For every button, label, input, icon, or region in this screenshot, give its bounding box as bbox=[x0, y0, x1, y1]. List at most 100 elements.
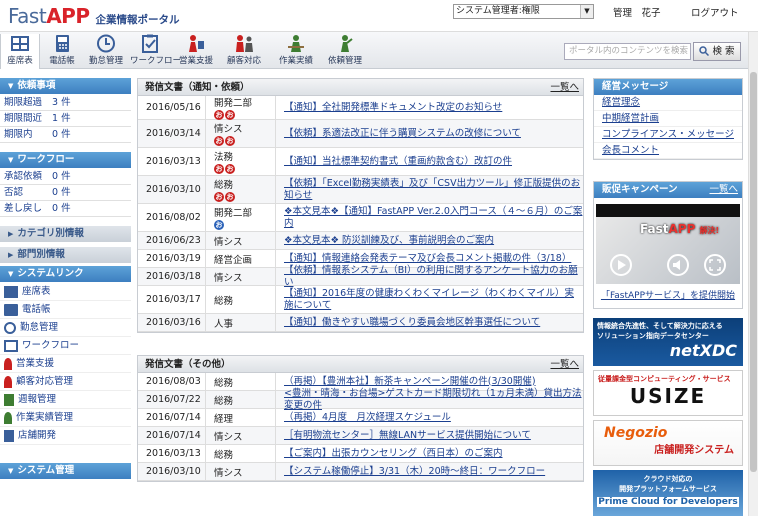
campaign-caption[interactable]: 「FastAPPサービス」を提供開始 bbox=[594, 288, 742, 301]
sidebar-link-attendance[interactable]: 勤怠管理 bbox=[0, 319, 131, 337]
notice-row[interactable]: 2016/03/10 総務おお【依頼】「Excel勤務実績表」及び「CSV出力ツー… bbox=[138, 176, 583, 204]
notice-title-link[interactable]: 【通知】情報連絡会発表テーマ及び会長コメント掲載の件（3/18） bbox=[276, 253, 583, 265]
toolbar-work-record[interactable]: 作業実績 bbox=[276, 34, 316, 67]
notice-dept-cell: 法務おお bbox=[206, 148, 276, 175]
scrollbar-thumb[interactable] bbox=[750, 72, 757, 472]
sidebar-link-seat-chart[interactable]: 座席表 bbox=[0, 283, 131, 301]
message-link[interactable]: 経営理念 bbox=[594, 95, 742, 111]
others-more-link[interactable]: 一覧へ bbox=[550, 356, 579, 373]
notice-row[interactable]: 2016/03/14 情シスおお【依頼】系適法改正に伴う購買システムの改修について bbox=[138, 120, 583, 148]
notice-row[interactable]: 2016/03/17 総務 【通知】2016年度の健康わくわくマイレージ（わくわくマ… bbox=[138, 286, 583, 314]
notices-more-link[interactable]: 一覧へ bbox=[550, 79, 579, 96]
notice-title-link[interactable]: 【通知】働きやすい職場づくり委員会地区幹事選任について bbox=[276, 317, 583, 329]
sidebar-item-due-soon[interactable]: 期限間近 1 件 bbox=[0, 111, 131, 127]
sidebar-section-requests[interactable]: ▼ 依頼事項 bbox=[0, 78, 131, 94]
message-link[interactable]: 会長コメント bbox=[594, 143, 742, 159]
sidebar-section-workflow[interactable]: ▼ ワークフロー bbox=[0, 152, 131, 168]
other-title-link[interactable]: 【システム稼働停止】3/31（木）20時～終日：ワークフロー bbox=[276, 466, 583, 478]
sidebar-item-approval[interactable]: 承認依頼 0 件 bbox=[0, 169, 131, 185]
other-row[interactable]: 2016/07/14 経理 （再掲）4月度 月次経理スケジュール bbox=[138, 409, 583, 427]
sidebar-item-returned[interactable]: 差し戻し 0 件 bbox=[0, 201, 131, 217]
message-link[interactable]: 中期経営計画 bbox=[594, 111, 742, 127]
notice-row[interactable]: 2016/06/23 情シス ❖本文見本❖ 防災訓練及び、事前説明会のご案内 bbox=[138, 232, 583, 250]
sidebar-section-category[interactable]: ▶ カテゴリ別情報 bbox=[0, 226, 131, 242]
fullscreen-button[interactable] bbox=[704, 254, 726, 276]
other-title-link[interactable]: 【ご案内】出張カウンセリング（西日本）のご案内 bbox=[276, 448, 583, 460]
sidebar-item-overdue[interactable]: 期限超過 3 件 bbox=[0, 95, 131, 111]
other-date: 2016/08/03 bbox=[138, 373, 206, 390]
page-scrollbar[interactable] bbox=[748, 32, 758, 516]
toolbar-attendance[interactable]: 勤怠管理 bbox=[86, 34, 126, 67]
worker-icon bbox=[4, 411, 12, 424]
sidebar-item-within-due[interactable]: 期限内 0 件 bbox=[0, 127, 131, 143]
campaign-video[interactable]: FastAPP 解決! bbox=[596, 204, 740, 284]
other-title-link[interactable]: <豊洲・晴海・お台場>ゲストカード期限切れ（1ヵ月未満）貸出方法変更の件 bbox=[276, 388, 583, 412]
usize-banner[interactable]: 従量課金型コンピューティング・サービス USIZE bbox=[593, 370, 743, 416]
notice-title-link[interactable]: 【通知】当社標準契約書式（重画約款含む）改訂の件 bbox=[276, 156, 583, 168]
toolbar-sales[interactable]: 営業支援 bbox=[176, 34, 216, 67]
sidebar-link-store-dev[interactable]: 店舗開発 bbox=[0, 427, 131, 445]
other-row[interactable]: 2016/07/14 情シス ［有明物流センター］無線LANサービス提供開始について bbox=[138, 427, 583, 445]
notice-title-link[interactable]: ❖本文見本❖【通知】FastAPP Ver.2.0入門コース（４～６月）のご案内 bbox=[276, 206, 583, 230]
notice-title-link[interactable]: 【通知】2016年度の健康わくわくマイレージ（わくわくマイル）実施について bbox=[276, 288, 583, 312]
required-badge-icon: お bbox=[214, 110, 224, 120]
sidebar-link-work-record[interactable]: 作業実績管理 bbox=[0, 409, 131, 427]
logo[interactable]: Fast APP 企業情報ポータル bbox=[8, 4, 179, 28]
other-title-link[interactable]: （再掲）【豊洲本社】新茶キャンペーン開催の件(3/30開催) bbox=[276, 376, 583, 388]
sidebar-section-system-admin[interactable]: ▼ システム管理 bbox=[0, 463, 131, 479]
play-button[interactable] bbox=[610, 254, 632, 276]
toolbar-phonebook[interactable]: 電話帳 bbox=[42, 34, 82, 67]
notice-row[interactable]: 2016/03/18 情シス 【依頼】情報系システム（BI）の利用に関するアンケート… bbox=[138, 265, 583, 289]
notice-title-link[interactable]: 【依頼】情報系システム（BI）の利用に関するアンケート協力のお願い bbox=[276, 265, 583, 289]
sidebar-link-customer[interactable]: 顧客対応管理 bbox=[0, 373, 131, 391]
notice-title-link[interactable]: 【通知】全社開発標準ドキュメント改定のお知らせ bbox=[276, 102, 583, 114]
triangle-down-icon: ▼ bbox=[8, 82, 14, 90]
notice-row[interactable]: 2016/03/13 法務おお【通知】当社標準契約書式（重画約款含む）改訂の件 bbox=[138, 148, 583, 176]
other-date: 2016/03/10 bbox=[138, 463, 206, 480]
notice-dept-cell: 総務おお bbox=[206, 176, 276, 203]
other-row[interactable]: 2016/07/22 総務 <豊洲・晴海・お台場>ゲストカード期限切れ（1ヵ月未満）… bbox=[138, 388, 583, 412]
other-dept: 総務 bbox=[206, 445, 276, 462]
sidebar-section-department[interactable]: ▶ 部門別情報 bbox=[0, 247, 131, 263]
campaign-more-link[interactable]: 一覧へ bbox=[709, 182, 738, 198]
toolbar-request[interactable]: 依頼管理 bbox=[325, 34, 365, 67]
notice-dept: 経営企画 bbox=[214, 254, 253, 266]
sidebar-section-system-links[interactable]: ▼ システムリンク bbox=[0, 266, 131, 282]
notice-title-link[interactable]: 【依頼】「Excel勤務実績表」及び「CSV出力ツール」修正版提供のお知らせ bbox=[276, 178, 583, 202]
notice-row[interactable]: 2016/03/16 人事 【通知】働きやすい職場づくり委員会地区幹事選任について bbox=[138, 314, 583, 332]
role-select[interactable]: システム管理者:権限 ▼ bbox=[453, 4, 594, 19]
section-title: カテゴリ別情報 bbox=[17, 228, 84, 239]
message-link[interactable]: コンプライアンス・メッセージ bbox=[594, 127, 742, 143]
search-button[interactable]: 検 索 bbox=[693, 42, 741, 61]
other-row[interactable]: 2016/03/10 情シス 【システム稼働停止】3/31（木）20時～終日：ワーク… bbox=[138, 463, 583, 481]
toolbar-customer[interactable]: 顧客対応 bbox=[224, 34, 264, 67]
notice-dept: 情シス bbox=[214, 236, 243, 248]
sidebar-link-workflow[interactable]: ワークフロー bbox=[0, 337, 131, 355]
section-title: 依頼事項 bbox=[17, 80, 56, 91]
row-count: 0 件 bbox=[52, 187, 71, 198]
link-label: 営業支援 bbox=[16, 357, 55, 369]
clock-icon bbox=[97, 34, 115, 53]
primecloud-banner[interactable]: クラウド対応の 開発プラットフォームサービス Prime Cloud for D… bbox=[593, 470, 743, 516]
other-title-link[interactable]: （再掲）4月度 月次経理スケジュール bbox=[276, 412, 583, 424]
volume-button[interactable] bbox=[667, 254, 689, 276]
other-title-link[interactable]: ［有明物流センター］無線LANサービス提供開始について bbox=[276, 430, 583, 442]
logout-link[interactable]: ログアウト bbox=[691, 5, 739, 19]
sidebar-link-phonebook[interactable]: 電話帳 bbox=[0, 301, 131, 319]
sidebar-link-weekly-report[interactable]: 週報管理 bbox=[0, 391, 131, 409]
other-row[interactable]: 2016/03/13 総務 【ご案内】出張カウンセリング（西日本）のご案内 bbox=[138, 445, 583, 463]
toolbar-workflow[interactable]: ワークフロー bbox=[130, 34, 181, 67]
sidebar-item-rejected[interactable]: 否認 0 件 bbox=[0, 185, 131, 201]
notice-title-link[interactable]: 【依頼】系適法改正に伴う購買システムの改修について bbox=[276, 128, 583, 140]
notice-badges: おお bbox=[214, 164, 275, 174]
campaign-header: 販促キャンペーン 一覧へ bbox=[594, 182, 742, 198]
sidebar-link-sales[interactable]: 営業支援 bbox=[0, 355, 131, 373]
search-input[interactable]: ポータル内のコンテンツを検索 bbox=[564, 43, 691, 60]
notice-title-link[interactable]: ❖本文見本❖ 防災訓練及び、事前説明会のご案内 bbox=[276, 235, 583, 247]
required-badge-icon: お bbox=[214, 136, 224, 146]
negozio-banner[interactable]: Negozio 店舗開発システム bbox=[593, 420, 743, 466]
notice-row[interactable]: 2016/08/02 開発二部お ❖本文見本❖【通知】FastAPP Ver.2.0… bbox=[138, 204, 583, 232]
netxdc-banner[interactable]: 情報統合先進性、そして解決力に応える ソリューション指向データセンター netX… bbox=[593, 318, 743, 366]
notice-row[interactable]: 2016/05/16 開発二部おお【通知】全社開発標準ドキュメント改定のお知らせ bbox=[138, 96, 583, 120]
toolbar-seat-chart[interactable]: 座席表 bbox=[0, 34, 40, 69]
